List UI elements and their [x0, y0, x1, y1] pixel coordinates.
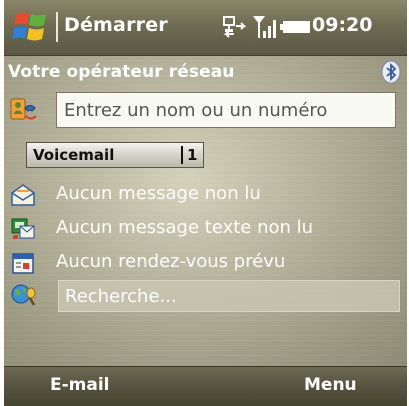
- email-status-row[interactable]: Aucun message non lu: [4, 178, 407, 212]
- title-bar: Démarrer 09:20: [4, 0, 407, 56]
- voicemail-badge[interactable]: Voicemail 1: [26, 142, 204, 168]
- windows-flag-icon[interactable]: [12, 9, 52, 45]
- sms-status-text: Aucun message texte non lu: [56, 217, 314, 238]
- calendar-status-row[interactable]: Aucun rendez-vous prévu: [4, 246, 407, 280]
- search-input[interactable]: [58, 280, 400, 312]
- softkey-menu[interactable]: Menu: [304, 375, 357, 395]
- calendar-icon: [12, 253, 34, 274]
- operator-name[interactable]: Votre opérateur réseau: [8, 62, 235, 82]
- connectivity-icon: [223, 16, 247, 38]
- bluetooth-icon[interactable]: [381, 60, 401, 84]
- start-title[interactable]: Démarrer: [64, 14, 168, 36]
- sms-icon: [11, 218, 35, 239]
- voicemail-count: 1: [187, 146, 198, 164]
- today-screen: Votre opérateur réseau Voicemail 1: [4, 56, 407, 366]
- signal-strength-icon: [253, 16, 276, 38]
- clock[interactable]: 09:20: [312, 14, 372, 36]
- softkey-bar: E-mail Menu: [4, 366, 407, 406]
- contact-search-input[interactable]: [56, 92, 396, 128]
- battery-icon: [280, 21, 310, 33]
- voicemail-separator: [181, 146, 183, 164]
- softkey-email[interactable]: E-mail: [50, 375, 110, 395]
- email-status-text: Aucun message non lu: [56, 183, 261, 204]
- phone-screen: Démarrer 09:20 Votre opérateur réseau En…: [4, 0, 407, 406]
- calendar-status-text: Aucun rendez-vous prévu: [56, 251, 286, 272]
- contacts-icon: [10, 98, 37, 120]
- envelope-icon: [11, 184, 35, 206]
- sms-status-row[interactable]: Aucun message texte non lu: [4, 212, 407, 246]
- search-globe-icon: [11, 284, 36, 306]
- voicemail-label: Voicemail: [33, 146, 115, 164]
- title-separator: [56, 12, 58, 42]
